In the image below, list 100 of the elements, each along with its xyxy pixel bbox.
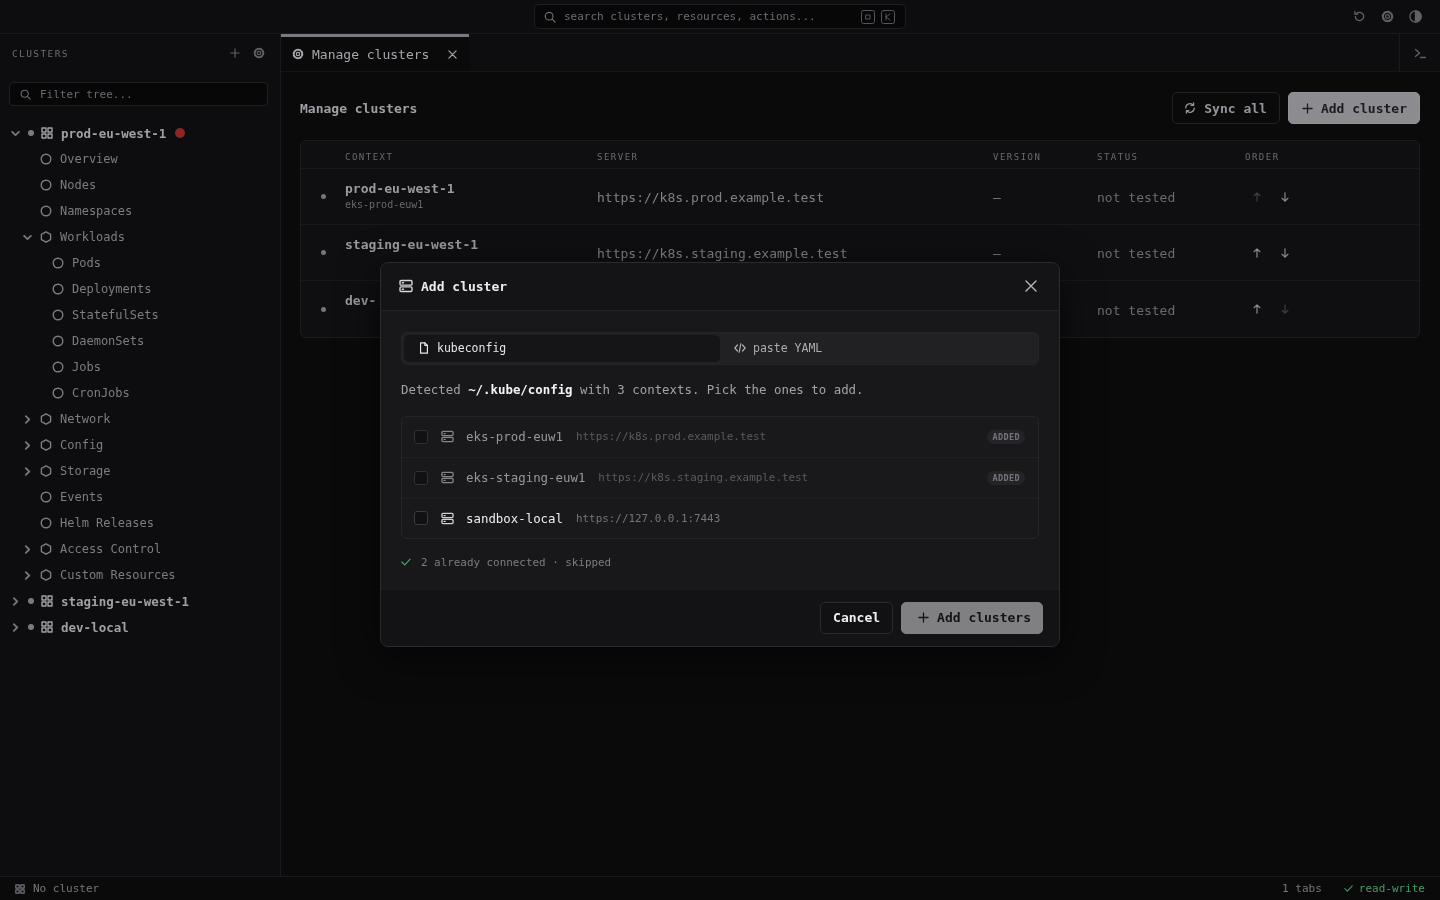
- sidebar-title: CLUSTERS: [12, 47, 69, 59]
- context-checkbox[interactable]: [414, 511, 428, 525]
- tree-item[interactable]: Workloads: [21, 224, 126, 250]
- settings-icon[interactable]: [1381, 10, 1394, 23]
- hexagon-icon: [40, 543, 52, 555]
- hexagon-icon: [40, 231, 52, 243]
- tree-item[interactable]: Nodes: [21, 172, 97, 198]
- tab[interactable]: Manage clusters: [281, 34, 469, 71]
- arrow-down-icon[interactable]: [1280, 247, 1290, 258]
- chevron-icon[interactable]: [22, 414, 32, 424]
- tree-item[interactable]: Config: [21, 432, 104, 458]
- arrow-up-icon[interactable]: [1252, 247, 1262, 258]
- chevron-icon[interactable]: [10, 128, 20, 138]
- connection-dot-icon: [28, 130, 34, 136]
- close-icon[interactable]: [1025, 280, 1037, 292]
- status-text: not tested: [1097, 246, 1176, 261]
- chevron-icon[interactable]: [22, 232, 32, 242]
- status-dot-icon: [320, 306, 326, 312]
- connection-dot-icon: [28, 598, 34, 604]
- status-dot-icon: [320, 194, 326, 199]
- hexagon-icon: [40, 439, 52, 451]
- column-header: STATUS: [1097, 152, 1139, 162]
- context-option[interactable]: sandbox-local https://127.0.0.1:7443: [402, 498, 1038, 538]
- settings-icon[interactable]: [253, 47, 265, 59]
- tree-item[interactable]: Network: [21, 406, 111, 432]
- tree-item[interactable]: Pods: [33, 250, 101, 276]
- server-icon: [441, 430, 454, 443]
- grid-icon: [41, 595, 53, 607]
- circle-icon: [40, 205, 52, 217]
- tree-item[interactable]: Namespaces: [21, 198, 133, 224]
- check-icon: [401, 557, 411, 567]
- add-cluster-button[interactable]: Add cluster: [1287, 92, 1420, 124]
- tree-item[interactable]: CronJobs: [33, 380, 130, 406]
- context-name: prod-eu-west-1: [345, 181, 455, 196]
- filter-field[interactable]: Filter tree...: [9, 82, 268, 106]
- hexagon-icon: [40, 413, 52, 425]
- page-title: Manage clusters: [300, 100, 418, 116]
- tree-item[interactable]: Access Control: [21, 536, 162, 562]
- tree-item[interactable]: Overview: [21, 146, 118, 172]
- arrow-down-icon[interactable]: [1280, 191, 1290, 202]
- column-header: VERSION: [993, 152, 1042, 162]
- tree-item[interactable]: Helm Releases: [21, 510, 154, 536]
- search-icon: [544, 10, 556, 23]
- hexagon-icon: [40, 465, 52, 477]
- chevron-icon[interactable]: [22, 544, 32, 554]
- tree-item[interactable]: Jobs: [33, 354, 101, 380]
- circle-icon: [40, 517, 52, 529]
- tree-item[interactable]: StatefulSets: [33, 302, 159, 328]
- plus-icon: [918, 612, 930, 623]
- settings-icon: [292, 48, 304, 60]
- chevron-icon[interactable]: [10, 622, 20, 632]
- tree-item[interactable]: Events: [21, 484, 104, 510]
- chevron-icon[interactable]: [22, 440, 32, 450]
- detected-message: Detected ~/.kube/config with 3 contexts. Pick the ones to add.: [401, 381, 865, 397]
- tree-item[interactable]: Storage: [21, 458, 111, 484]
- plus-icon: [1301, 102, 1313, 114]
- tree-item[interactable]: prod-eu-west-1: [9, 120, 186, 146]
- mode-status: read-write: [1358, 882, 1425, 895]
- circle-icon: [40, 153, 52, 165]
- tree-item[interactable]: dev-local: [9, 614, 129, 640]
- version-text: —: [993, 246, 1001, 261]
- chevron-icon[interactable]: [22, 466, 32, 476]
- tree-item[interactable]: Deployments: [33, 276, 152, 302]
- added-badge: ADDED: [987, 470, 1025, 485]
- contrast-icon[interactable]: [1409, 10, 1422, 23]
- connection-dot-icon: [28, 624, 34, 630]
- skipped-note: 2 already connected · skipped: [421, 555, 612, 569]
- circle-icon: [52, 257, 64, 269]
- grid-icon: [15, 883, 25, 894]
- shortcut-key-icon: [861, 9, 875, 24]
- status-dot-icon: [320, 250, 326, 255]
- source-tab[interactable]: kubeconfig: [404, 334, 720, 362]
- circle-icon: [52, 387, 64, 399]
- tree-item[interactable]: staging-eu-west-1: [9, 588, 189, 614]
- context-detail: eks-prod-euw1: [345, 199, 424, 210]
- sync-icon: [1184, 102, 1197, 114]
- add-icon[interactable]: [230, 48, 240, 58]
- hexagon-icon: [40, 569, 52, 581]
- circle-icon: [52, 283, 64, 295]
- tab-count: 1 tabs: [1282, 882, 1322, 895]
- column-header: SERVER: [597, 152, 639, 162]
- sync-button[interactable]: Sync all: [1172, 92, 1280, 124]
- arrow-up-icon[interactable]: [1252, 304, 1262, 314]
- chevron-icon[interactable]: [22, 570, 32, 580]
- status-text: not tested: [1097, 190, 1176, 205]
- close-icon[interactable]: [448, 49, 457, 59]
- added-badge: ADDED: [987, 429, 1025, 444]
- context-name: dev-: [345, 293, 377, 308]
- search-field[interactable]: search clusters, resources, actions...: [534, 4, 906, 29]
- grid-icon: [41, 127, 53, 139]
- server-icon: [399, 279, 413, 293]
- cancel-button[interactable]: Cancel: [820, 601, 894, 634]
- search-icon: [20, 88, 31, 100]
- source-tab[interactable]: paste YAML: [720, 334, 1036, 362]
- version-text: —: [993, 190, 1001, 205]
- server-icon: [441, 471, 454, 484]
- tree-item[interactable]: Custom Resources: [21, 562, 176, 588]
- chevron-icon[interactable]: [10, 596, 20, 606]
- tree-item[interactable]: DaemonSets: [33, 328, 145, 354]
- history-icon[interactable]: [1353, 10, 1366, 23]
